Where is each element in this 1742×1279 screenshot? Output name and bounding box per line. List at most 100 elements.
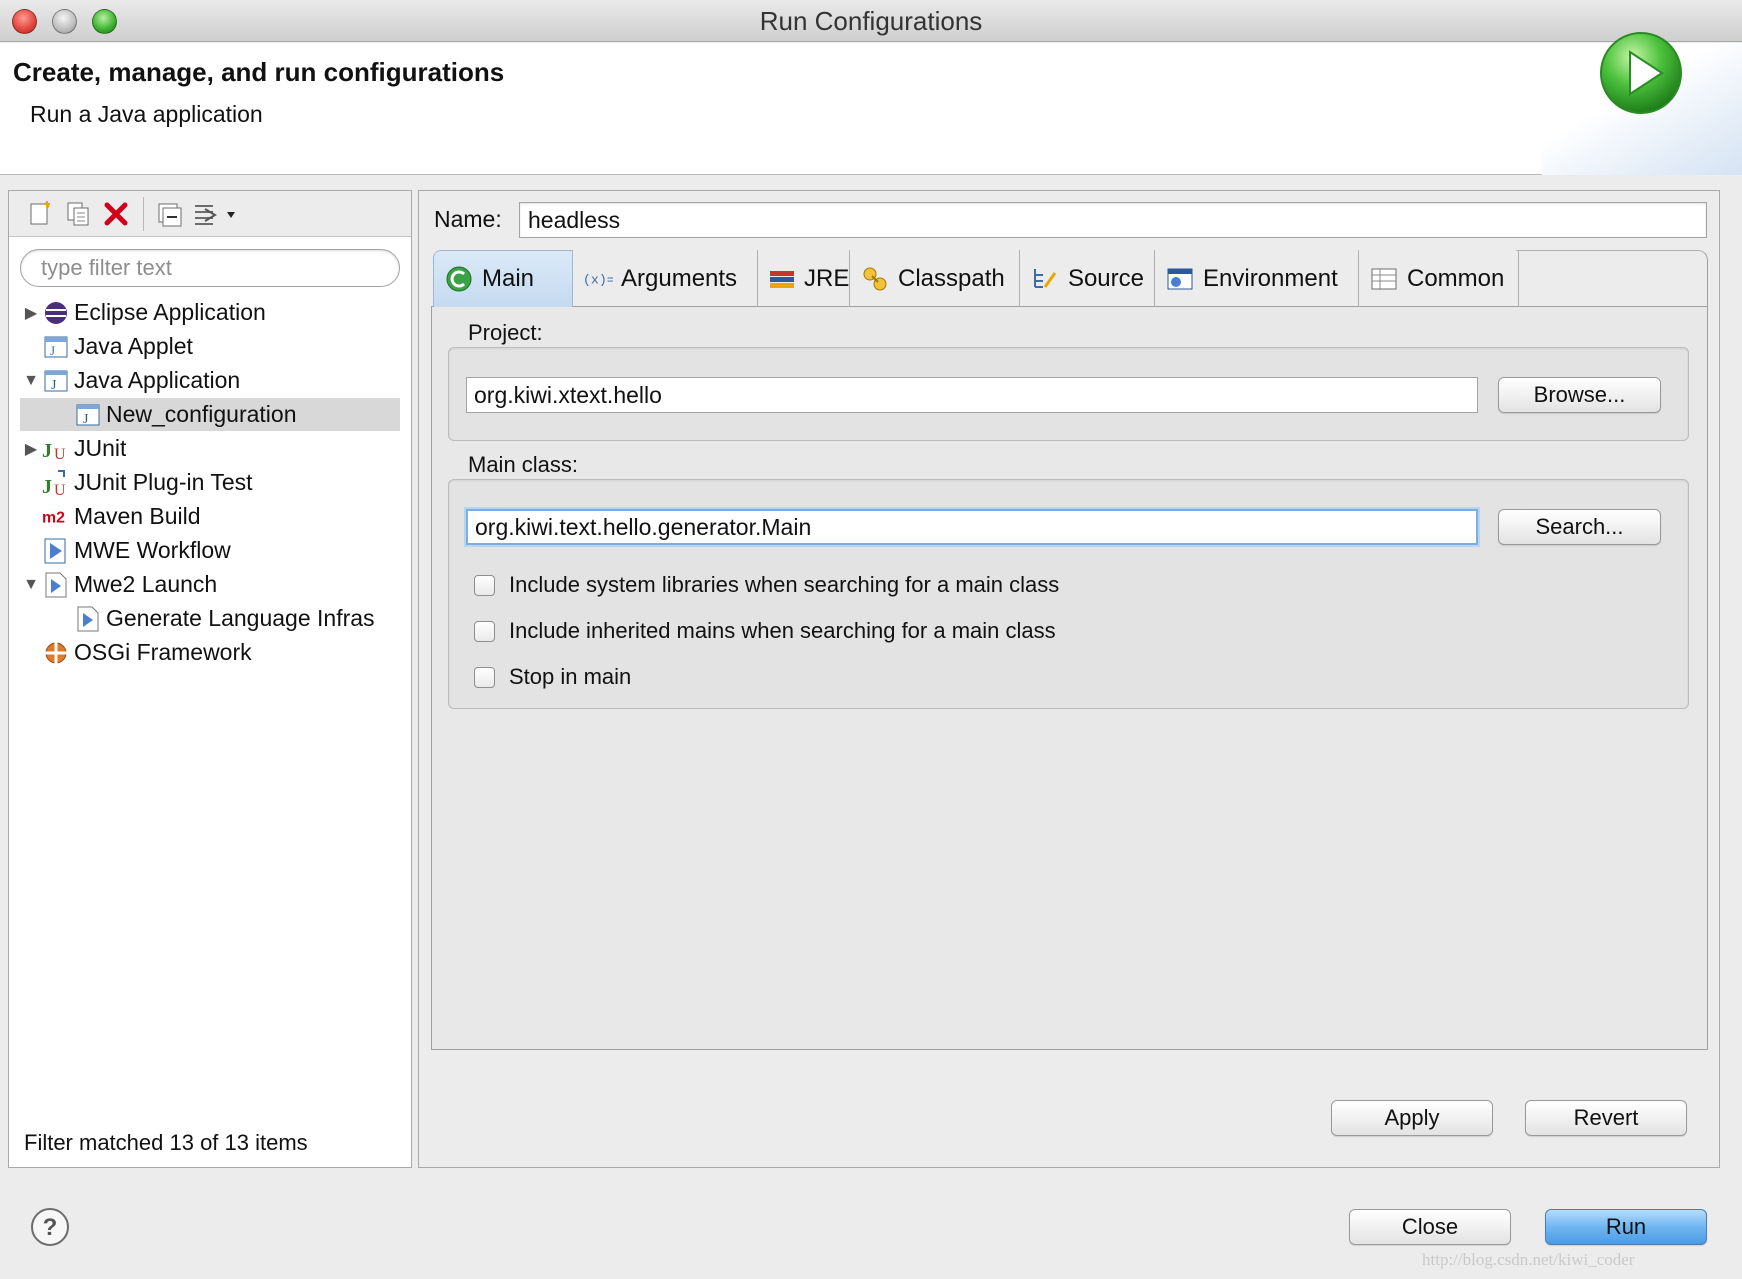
environment-icon (1165, 264, 1195, 294)
tree-item-label: Maven Build (74, 503, 201, 529)
tab-label: JRE (804, 264, 850, 292)
collapse-arrow-icon[interactable]: ▼ (20, 568, 42, 601)
project-label: Project: (468, 320, 543, 345)
osgi-icon (42, 639, 70, 667)
header-subtitle: Run a Java application (30, 101, 263, 127)
title-bar: Run Configurations (0, 0, 1742, 42)
watermark: http://blog.csdn.net/kiwi_coder (1422, 1250, 1635, 1269)
svg-text:J: J (50, 343, 55, 358)
tab-bar-edge (1516, 250, 1708, 307)
java-application-icon: J (42, 367, 70, 395)
tree-item-label: MWE Workflow (74, 537, 231, 563)
java-applet-icon: J (42, 333, 70, 361)
tree-item-eclipse-application[interactable]: ▶ Eclipse Application (20, 296, 400, 329)
tree-item-label: JUnit Plug-in Test (74, 469, 253, 495)
tab-label: Arguments (621, 264, 738, 292)
tab-environment[interactable]: Environment (1155, 250, 1359, 307)
tab-jre[interactable]: JRE (758, 250, 850, 307)
tab-label: Classpath (898, 264, 1005, 292)
tree-item-label: Java Application (74, 367, 241, 393)
close-button[interactable]: Close (1349, 1209, 1511, 1245)
tree-item-generate-language-infras[interactable]: Generate Language Infras (20, 602, 400, 635)
tree-item-label: Java Applet (74, 333, 193, 359)
apply-button[interactable]: Apply (1331, 1100, 1493, 1136)
filter-input[interactable] (20, 249, 400, 287)
tab-classpath[interactable]: Classpath (850, 250, 1020, 307)
tree-item-new-configuration[interactable]: J New_configuration (20, 398, 400, 431)
main-class-input[interactable] (466, 509, 1478, 545)
revert-button[interactable]: Revert (1525, 1100, 1687, 1136)
name-label: Name: (434, 206, 502, 232)
stop-in-main-checkbox[interactable] (474, 666, 495, 688)
include-system-libraries-checkbox[interactable] (474, 574, 495, 596)
svg-text:(x)=: (x)= (583, 272, 613, 287)
run-icon (1600, 32, 1682, 114)
filter-menu-icon[interactable] (189, 197, 239, 231)
tree-item-osgi-framework[interactable]: OSGi Framework (20, 636, 400, 669)
expand-arrow-icon[interactable]: ▶ (20, 432, 42, 465)
dialog-header: Create, manage, and run configurations R… (0, 43, 1742, 175)
junit-icon: JU (42, 435, 70, 463)
toolbar-separator (143, 197, 144, 231)
svg-text:m2: m2 (42, 509, 65, 526)
project-input[interactable] (466, 377, 1478, 413)
search-button[interactable]: Search... (1498, 509, 1661, 545)
svg-text:J: J (51, 378, 57, 393)
new-configuration-icon[interactable] (23, 197, 57, 231)
svg-text:U: U (54, 482, 66, 497)
eclipse-icon (42, 299, 70, 327)
main-class-label: Main class: (468, 452, 579, 477)
junit-plugin-icon: JU (42, 469, 70, 497)
expand-arrow-icon[interactable]: ▶ (20, 296, 42, 329)
source-icon (1030, 264, 1060, 294)
tree-item-label: New_configuration (106, 401, 297, 427)
header-title: Create, manage, and run configurations (13, 57, 505, 87)
include-inherited-mains-checkbox[interactable] (474, 620, 495, 642)
run-button[interactable]: Run (1545, 1209, 1707, 1245)
tree-item-junit[interactable]: ▶ JU JUnit (20, 432, 400, 465)
tab-arguments[interactable]: (x)= Arguments (573, 250, 758, 307)
tree-item-mwe2-launch[interactable]: ▼ Mwe2 Launch (20, 568, 400, 601)
tab-label: Main (482, 265, 535, 292)
tab-source[interactable]: Source (1020, 250, 1155, 307)
collapse-all-icon[interactable] (152, 197, 186, 231)
checkbox-label: Stop in main (509, 664, 632, 689)
browse-button[interactable]: Browse... (1498, 377, 1661, 413)
tab-label: Environment (1203, 264, 1338, 292)
tab-main[interactable]: Main (433, 250, 573, 307)
checkbox-label: Include inherited mains when searching f… (509, 618, 1056, 643)
tree-item-java-applet[interactable]: J Java Applet (20, 330, 400, 363)
arguments-icon: (x)= (583, 264, 613, 294)
svg-text:J: J (42, 440, 52, 462)
mwe2-launch-icon (74, 605, 102, 633)
configuration-toolbar (9, 191, 411, 237)
window-title: Run Configurations (759, 6, 983, 36)
stop-in-main-option[interactable]: Stop in main (474, 662, 631, 692)
delete-icon[interactable] (99, 197, 133, 231)
include-system-libraries-option[interactable]: Include system libraries when searching … (474, 570, 1059, 600)
tree-item-label: Mwe2 Launch (74, 571, 218, 597)
maven-icon: m2 (42, 503, 70, 531)
mwe-workflow-icon (42, 537, 70, 565)
include-inherited-mains-option[interactable]: Include inherited mains when searching f… (474, 616, 1056, 646)
svg-text:J: J (83, 412, 89, 427)
tree-item-label: OSGi Framework (74, 639, 252, 665)
tree-item-java-application[interactable]: ▼ J Java Application (20, 364, 400, 397)
tab-label: Source (1067, 264, 1144, 292)
checkbox-label: Include system libraries when searching … (509, 572, 1060, 597)
svg-text:J: J (42, 476, 52, 497)
duplicate-icon[interactable] (61, 197, 95, 231)
common-icon (1369, 264, 1399, 294)
name-input[interactable] (519, 202, 1707, 238)
help-icon[interactable]: ? (30, 1207, 70, 1247)
collapse-arrow-icon[interactable]: ▼ (20, 364, 42, 397)
mwe2-launch-icon (42, 571, 70, 599)
filter-status: Filter matched 13 of 13 items (24, 1130, 308, 1155)
tree-item-mwe-workflow[interactable]: MWE Workflow (20, 534, 400, 567)
tree-item-maven-build[interactable]: m2 Maven Build (20, 500, 400, 533)
tree-item-junit-plugin-test[interactable]: JU JUnit Plug-in Test (20, 466, 400, 499)
svg-text:U: U (54, 446, 66, 462)
tab-common[interactable]: Common (1359, 250, 1519, 307)
tree-item-label: Eclipse Application (74, 299, 266, 325)
tab-label: Common (1407, 264, 1505, 292)
